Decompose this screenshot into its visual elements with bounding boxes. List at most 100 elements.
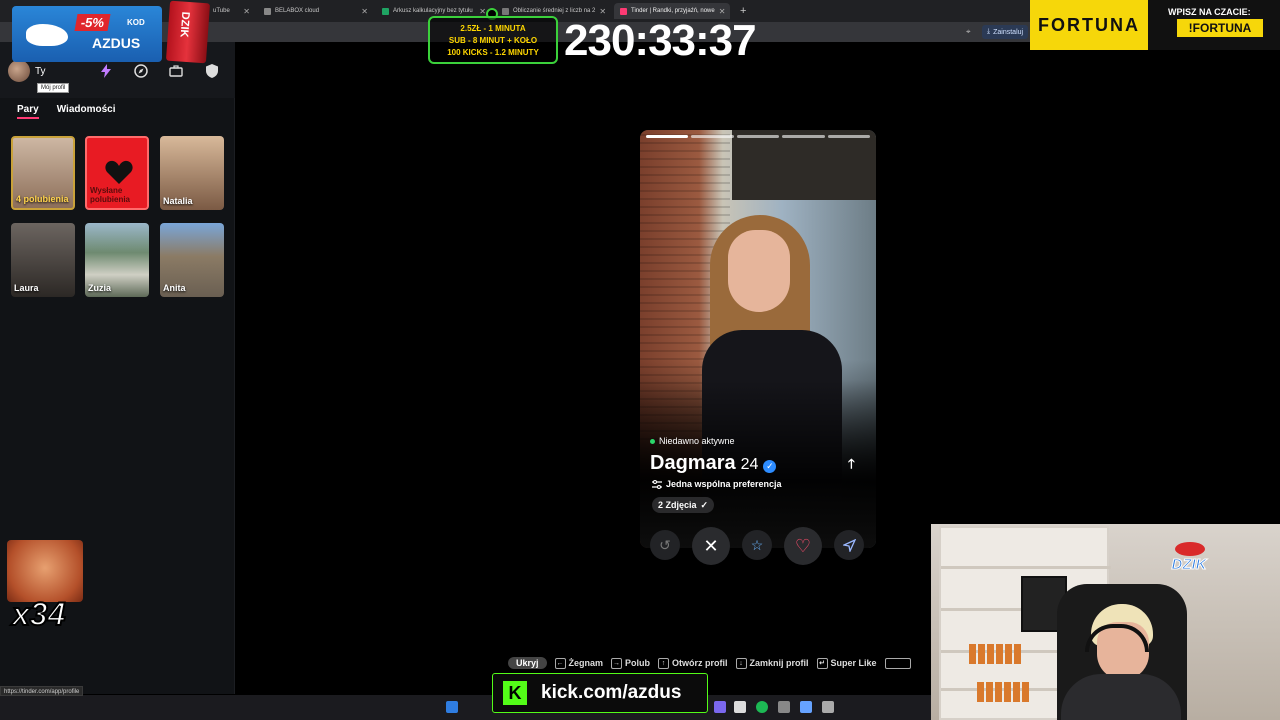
sheets-icon [382,7,389,15]
close-tab-icon[interactable]: ✕ [599,7,606,16]
cans [977,682,1029,702]
promo-kod-label: KOD [127,18,145,27]
steam-icon[interactable] [800,701,812,713]
match-card[interactable]: Zuzia [85,223,149,297]
bull-logo-icon [1175,542,1205,556]
hint-nope: ← Żegnam [554,657,604,669]
hint-super-like: ↵ Super Like [816,657,877,669]
rewind-button[interactable]: ↺ [650,530,680,560]
avatar[interactable] [8,60,30,82]
like-button[interactable]: ♡ [784,527,822,565]
match-card[interactable]: Natalia [160,136,224,210]
promo-banner: -5% KOD AZDUS DZIK [12,0,211,64]
kick-url: kick.com/azdus [541,682,682,703]
sliders-icon [652,479,662,489]
photo-progress-segment[interactable] [646,135,689,138]
windows-start-icon[interactable] [446,701,458,713]
briefcase-icon[interactable] [167,62,185,80]
webcam-feed: DZIK [931,524,1280,720]
close-tab-icon[interactable]: ✕ [243,7,250,16]
shield-icon[interactable] [203,62,221,80]
tinder-icon [620,7,627,15]
profile-label[interactable]: Ty [35,66,46,77]
drink-can: DZIK [165,0,211,64]
kick-banner: K kick.com/azdus [492,673,708,713]
promo-discount: -5% [74,14,111,31]
station-roof [732,130,876,200]
match-card[interactable]: Laura [11,223,75,297]
activity-status: Niedawno aktywne [650,436,735,446]
tab-pairs[interactable]: Pary [17,104,39,119]
shared-preference: Jedna wspólna preferencja [652,479,782,489]
discord-icon[interactable] [714,701,726,713]
send-button[interactable] [834,530,864,560]
photo-progress [646,135,871,138]
globe-icon [264,7,271,15]
sent-likes-tile[interactable]: Wysłane polubienia [85,136,149,210]
likes-tile[interactable]: 4 polubienia [11,136,75,210]
install-icon: ⤓ [987,28,991,35]
arrow-left-key-icon: ← [554,657,566,669]
install-button[interactable]: ⤓ Zainstaluj [982,25,1029,39]
photo-progress-segment[interactable] [827,135,871,138]
status-url: https://tinder.com/app/profile [0,686,84,696]
shelf-board [941,566,1111,569]
arrow-down-key-icon: ↓ [735,657,747,669]
page-icon [502,7,509,15]
profile-name: Dagmara [650,452,736,474]
tab-belabox[interactable]: BELABOX cloud ✕ [258,3,374,19]
fortuna-logo: FORTUNA [1038,15,1140,35]
arrow-up-key-icon: ↑ [658,657,670,669]
photo-face [728,230,790,312]
close-tab-icon[interactable]: ✕ [479,7,486,16]
kick-logo-icon: K [503,681,527,705]
arrow-right-key-icon: → [611,657,623,669]
close-tab-icon[interactable]: ✕ [361,7,368,16]
dzik-logo: DZIK [1161,542,1217,578]
photos-chip[interactable]: 2 Zdjęcia ✓ [652,497,715,513]
sidebar-tabs: Pary Wiadomości [17,104,116,119]
enter-key-icon: ↵ [816,657,828,669]
cans [969,644,1021,664]
tab-messages[interactable]: Wiadomości [57,104,116,119]
space-key-icon [884,657,911,669]
profile-card[interactable]: Niedawno aktywne Dagmara 24 ✓ 🡑 Jedna ws… [640,130,876,548]
subathon-timer: 230:33:37 [564,16,757,65]
hint-close-profile: ↓ Zamknij profil [735,657,809,669]
photo-progress-segment[interactable] [782,135,825,138]
screen: uTube ✕ BELABOX cloud ✕ Arkusz kalkulacy… [0,0,1280,720]
super-like-button[interactable]: ☆ [742,530,772,560]
streamer-body [1061,674,1181,720]
online-dot-icon [650,438,655,444]
app-icon[interactable] [822,701,834,713]
close-tab-icon[interactable]: ✕ [719,7,726,16]
action-bar: ↺ ✕ ☆ ♡ [650,527,870,566]
nope-button[interactable]: ✕ [692,527,730,565]
verified-badge-icon: ✓ [763,460,777,473]
match-card[interactable]: Anita [160,223,224,297]
profile-tooltip: Mój profil [37,83,70,93]
emote-counter: x34 [11,595,66,633]
boost-icon[interactable] [97,62,115,80]
hide-hints-button[interactable]: Ukryj [508,657,547,669]
emote-image [7,540,83,602]
explore-icon[interactable] [132,62,150,80]
open-profile-arrow-icon[interactable]: 🡑 [848,455,855,477]
hint-like: → Polub [611,657,651,669]
subathon-rates: 2.5ZŁ - 1 MINUTA SUB - 8 MINUT + KOŁO 10… [428,16,558,64]
fortuna-banner: FORTUNA WPISZ NA CZACIE: !FORTUNA [1030,0,1280,50]
photo-progress-segment[interactable] [691,135,734,138]
promo-code: AZDUS [92,35,141,51]
keyboard-hints: Ukryj ← Żegnam → Polub ↑ Otwórz profil ↓ Zam… [508,656,911,670]
photo-progress-segment[interactable] [736,135,780,138]
profile-age: 24 [740,456,759,473]
hint-open-profile: ↑ Otwórz profil [658,657,728,669]
spotify-icon[interactable] [756,701,768,713]
app-icon[interactable] [734,701,746,713]
fortuna-tagline: WPISZ NA CZACIE: [1168,7,1251,17]
heart-icon [105,160,133,184]
check-icon: ✓ [700,499,709,510]
location-icon[interactable]: ⌖ [966,27,974,37]
terminal-icon[interactable] [778,701,790,713]
fortuna-command: !FORTUNA [1177,19,1263,37]
